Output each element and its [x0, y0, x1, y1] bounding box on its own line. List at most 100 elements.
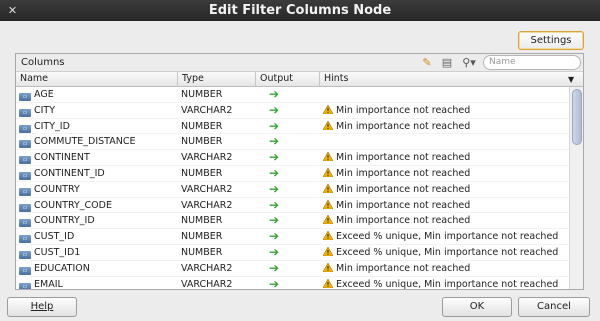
hint-text: Min importance not reached	[336, 152, 471, 164]
pencil-icon[interactable]: ✎	[419, 55, 435, 71]
hint-text: Min importance not reached	[336, 199, 471, 211]
scrollbar-thumb[interactable]	[572, 89, 582, 145]
column-name: CUST_ID1	[34, 247, 81, 258]
column-name: COUNTRY_CODE	[34, 199, 112, 211]
hint-text: Exceed % unique, Min importance not reac…	[336, 278, 559, 289]
column-icon: ▭	[19, 282, 31, 289]
arrow-right-icon[interactable]: ➔	[269, 277, 279, 289]
column-name-cell: ▭ CUST_ID	[19, 229, 177, 244]
column-type: VARCHAR2	[181, 183, 233, 195]
output-cell[interactable]: ➔	[259, 166, 319, 181]
column-name: EDUCATION	[34, 262, 90, 274]
warning-icon	[323, 231, 333, 241]
arrow-right-icon[interactable]: ➔	[269, 119, 279, 134]
output-cell[interactable]: ➔	[259, 261, 319, 276]
hint-text: Exceed % unique, Min importance not reac…	[336, 247, 559, 258]
column-name-cell: ▭ CUST_ID1	[19, 245, 177, 260]
column-icon: ▭	[19, 219, 31, 228]
panel-title: Columns	[21, 57, 65, 68]
arrow-right-icon[interactable]: ➔	[269, 261, 279, 276]
output-cell[interactable]: ➔	[259, 229, 319, 244]
column-icon: ▭	[19, 93, 31, 101]
column-type: NUMBER	[181, 89, 223, 100]
arrow-right-icon[interactable]: ➔	[269, 245, 279, 260]
ok-button[interactable]: OK	[442, 297, 512, 317]
column-icon: ▭	[19, 124, 31, 133]
window-title: Edit Filter Columns Node	[208, 3, 392, 18]
table-row[interactable]: ▭ CUST_ID NUMBER ➔ Exceed % unique, Min impo…	[16, 229, 569, 245]
warning-icon	[323, 262, 333, 272]
hint-cell: Min importance not reached	[323, 166, 568, 181]
warning-icon	[323, 199, 333, 209]
column-type: NUMBER	[181, 215, 223, 227]
column-type: NUMBER	[181, 231, 223, 243]
output-cell[interactable]: ➔	[259, 277, 319, 289]
table-row[interactable]: ▭ CITY_ID NUMBER ➔ Min importance not reache…	[16, 119, 569, 135]
output-cell[interactable]: ➔	[259, 198, 319, 213]
close-icon[interactable]: ✕	[5, 3, 20, 18]
settings-button[interactable]: Settings	[518, 31, 584, 50]
column-icon: ▭	[19, 266, 31, 275]
arrow-right-icon[interactable]: ➔	[269, 87, 279, 102]
table-row[interactable]: ▭ CUST_ID1 NUMBER ➔ Exceed % unique, Min imp…	[16, 245, 569, 261]
table-row[interactable]: ▭ CITY VARCHAR2 ➔ Min importance not reached	[16, 103, 569, 119]
arrow-right-icon[interactable]: ➔	[269, 182, 279, 197]
column-header-output[interactable]: Output	[256, 72, 320, 87]
column-name-cell: ▭ COMMUTE_DISTANCE	[19, 134, 177, 149]
hint-text: Min importance not reached	[336, 215, 471, 227]
chevron-down-icon[interactable]: ▼	[568, 75, 574, 84]
output-cell[interactable]: ➔	[259, 119, 319, 134]
arrow-right-icon[interactable]: ➔	[269, 213, 279, 228]
warning-icon	[323, 168, 333, 177]
column-icon: ▭	[19, 172, 31, 180]
column-name: AGE	[34, 89, 54, 100]
arrow-right-icon[interactable]: ➔	[269, 150, 279, 165]
warning-icon	[323, 278, 333, 288]
column-name: CITY	[34, 104, 56, 116]
column-header-hints[interactable]: Hints	[320, 72, 583, 87]
output-cell[interactable]: ➔	[259, 150, 319, 165]
search-input[interactable]: Name	[483, 55, 581, 70]
column-name-cell: ▭ CONTINENT_ID	[19, 166, 177, 181]
column-type: NUMBER	[181, 120, 223, 132]
output-cell[interactable]: ➔	[259, 134, 319, 149]
table-row[interactable]: ▭ COUNTRY VARCHAR2 ➔ Min importance not reac…	[16, 182, 569, 198]
search-icon[interactable]: ⚲▾	[458, 55, 480, 71]
cancel-button[interactable]: Cancel	[518, 297, 590, 317]
column-header-type[interactable]: Type	[178, 72, 256, 87]
column-header-name[interactable]: Name	[16, 72, 178, 87]
output-cell[interactable]: ➔	[259, 213, 319, 228]
output-cell[interactable]: ➔	[259, 103, 319, 118]
output-cell[interactable]: ➔	[259, 182, 319, 197]
hint-cell: Min importance not reached	[323, 182, 568, 197]
column-name-cell: ▭ CITY_ID	[19, 119, 177, 134]
output-cell[interactable]: ➔	[259, 87, 319, 102]
table-row[interactable]: ▭ AGE NUMBER ➔	[16, 87, 569, 103]
arrow-right-icon[interactable]: ➔	[269, 134, 279, 149]
arrow-right-icon[interactable]: ➔	[269, 166, 279, 181]
help-button-label: Help	[30, 301, 54, 312]
column-icon: ▭	[19, 235, 31, 244]
arrow-right-icon[interactable]: ➔	[269, 229, 279, 244]
table-row[interactable]: ▭ CONTINENT_ID NUMBER ➔ Min importance not r…	[16, 166, 569, 182]
table-row[interactable]: ▭ EMAIL VARCHAR2 ➔ Exceed % unique, Min impo…	[16, 277, 569, 289]
table-row[interactable]: ▭ CONTINENT VARCHAR2 ➔ Min importance not re…	[16, 150, 569, 166]
table-row[interactable]: ▭ EDUCATION VARCHAR2 ➔ Min importance not re…	[16, 261, 569, 277]
table-row[interactable]: ▭ COMMUTE_DISTANCE NUMBER ➔	[16, 134, 569, 151]
dialog-window: ✕ Edit Filter Columns Node Settings Colu…	[0, 0, 600, 321]
help-button[interactable]: Help	[7, 297, 77, 317]
column-icon: ▭	[19, 156, 31, 165]
vertical-scrollbar[interactable]	[569, 87, 583, 289]
table-row[interactable]: ▭ COUNTRY_ID NUMBER ➔ Min importance not rea…	[16, 213, 569, 230]
hint-text: Exceed % unique, Min importance not reac…	[336, 231, 559, 243]
column-name-cell: ▭ COUNTRY_ID	[19, 213, 177, 228]
warning-icon	[323, 152, 333, 162]
column-type: VARCHAR2	[181, 152, 233, 164]
arrow-right-icon[interactable]: ➔	[269, 198, 279, 213]
clipboard-icon[interactable]: ▤	[439, 55, 455, 71]
column-name: CUST_ID	[34, 231, 75, 243]
table-row[interactable]: ▭ COUNTRY_CODE VARCHAR2 ➔ Min importance not…	[16, 198, 569, 214]
arrow-right-icon[interactable]: ➔	[269, 103, 279, 118]
hint-text: Min importance not reached	[336, 168, 471, 179]
output-cell[interactable]: ➔	[259, 245, 319, 260]
